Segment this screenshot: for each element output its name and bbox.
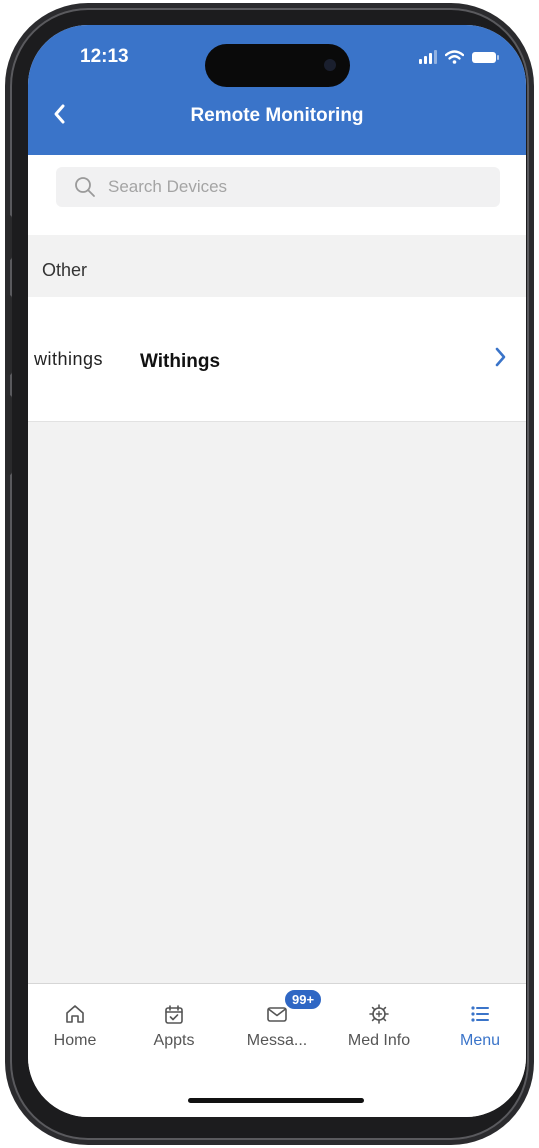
mute-switch (6, 215, 12, 260)
home-icon (66, 1005, 84, 1023)
battery-icon (472, 52, 499, 63)
device-label: Withings (140, 351, 221, 372)
chevron-right-icon (494, 344, 508, 375)
tab-home[interactable]: Home (28, 1002, 125, 1050)
search-input[interactable] (106, 176, 490, 198)
bottom-tab-bar: Home Appts 99+ Messa... Med Info Menu (28, 983, 526, 1117)
tab-messages-label: Messa... (246, 1032, 308, 1049)
wifi-icon (445, 50, 464, 64)
status-icons (419, 50, 499, 64)
camera-icon (324, 59, 336, 71)
status-time: 12:13 (80, 46, 129, 67)
tab-menu-label: Menu (459, 1032, 501, 1049)
home-indicator (188, 1098, 364, 1103)
calendar-check-icon (165, 1005, 183, 1024)
withings-logo: withings (34, 349, 104, 369)
volume-up-button (6, 295, 12, 375)
search-icon (75, 177, 95, 197)
signal-icon (419, 50, 437, 64)
medical-gear-icon (369, 1004, 389, 1024)
device-row-withings[interactable]: withings Withings (28, 297, 526, 422)
list-icon (471, 1006, 489, 1022)
section-header-other: Other (28, 235, 526, 297)
tab-menu[interactable]: Menu (430, 1002, 526, 1050)
search-bar-container (28, 155, 526, 235)
page-title: Remote Monitoring (190, 105, 364, 126)
search-bar[interactable] (56, 167, 500, 207)
phone-screen: 12:13 Remote Monitoring Search Devices O… (28, 25, 526, 1117)
app-header: 12:13 Remote Monitoring (28, 25, 526, 155)
tab-appts-label: Appts (153, 1032, 195, 1049)
section-label: Other (42, 260, 88, 280)
tab-appts[interactable]: Appts (124, 1002, 224, 1050)
volume-down-button (6, 395, 12, 475)
tab-home-label: Home (53, 1032, 97, 1049)
tab-med-info-label: Med Info (347, 1032, 411, 1049)
tab-messages[interactable]: 99+ Messa... (227, 988, 327, 1050)
dynamic-island (205, 44, 350, 87)
messages-badge: 99+ (283, 988, 324, 1011)
tab-med-info[interactable]: Med Info (329, 1002, 429, 1050)
